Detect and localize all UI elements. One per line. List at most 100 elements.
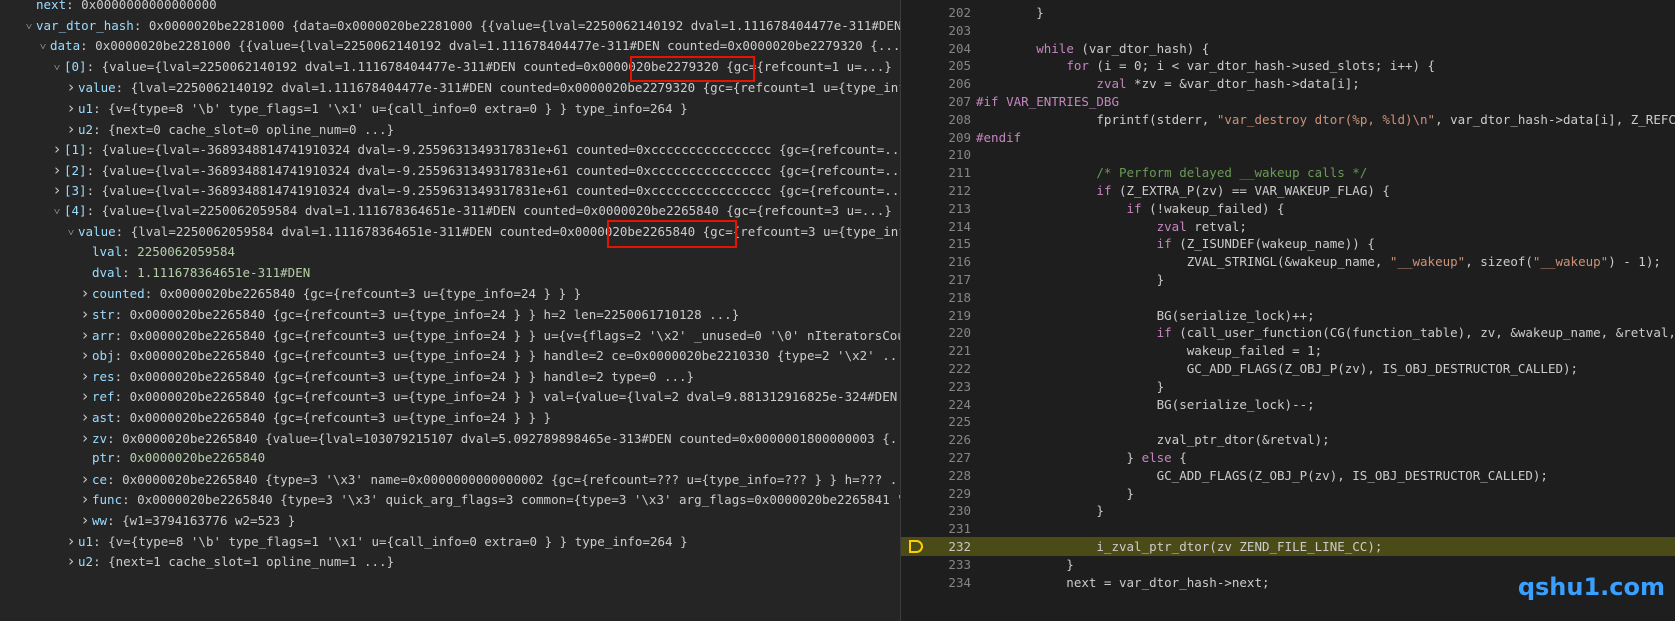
code-line[interactable]: 205 for (i = 0; i < var_dtor_hash->used_… xyxy=(901,56,1675,75)
code-text[interactable]: if (Z_EXTRA_P(zv) == VAR_WAKEUP_FLAG) { xyxy=(976,181,1390,200)
variable-row[interactable]: › u2: {next=1 cache_slot=1 opline_num=1 .… xyxy=(0,550,900,572)
line-number[interactable]: 228 xyxy=(901,466,971,485)
chevron-down-icon[interactable]: ˅ xyxy=(64,222,78,243)
chevron-down-icon[interactable]: ˅ xyxy=(36,36,50,57)
code-line[interactable]: 208 fprintf(stderr, "var_destroy dtor(%p… xyxy=(901,110,1675,129)
chevron-right-icon[interactable]: › xyxy=(78,385,92,407)
variable-row[interactable]: ˅ data: 0x0000020be2281000 {{value={lval=… xyxy=(0,35,900,57)
line-number[interactable]: 202 xyxy=(901,3,971,22)
line-number[interactable]: 208 xyxy=(901,110,971,129)
code-line[interactable]: 216 ZVAL_STRINGL(&wakeup_name, "__wakeup… xyxy=(901,252,1675,271)
chevron-right-icon[interactable]: › xyxy=(78,365,92,387)
variable-row[interactable]: › arr: 0x0000020be2265840 {gc={refcount=3… xyxy=(0,324,900,346)
variable-row[interactable]: next: 0x0000000000000000 xyxy=(0,0,900,16)
line-number[interactable]: 225 xyxy=(901,412,971,431)
variable-row[interactable]: › [3]: {value={lval=-3689348814741910324 … xyxy=(0,179,900,201)
code-line[interactable]: 223 } xyxy=(901,377,1675,396)
line-number[interactable]: 227 xyxy=(901,448,971,467)
code-text[interactable]: #if VAR_ENTRIES_DBG xyxy=(976,92,1119,111)
line-number[interactable]: 204 xyxy=(901,39,971,58)
chevron-right-icon[interactable]: › xyxy=(78,344,92,366)
code-line[interactable]: 226 zval_ptr_dtor(&retval); xyxy=(901,430,1675,449)
variable-row[interactable]: › value: {lval=2250062140192 dval=1.11167… xyxy=(0,76,900,98)
code-line[interactable]: 211 /* Perform delayed __wakeup calls */ xyxy=(901,163,1675,182)
variable-row[interactable]: › obj: 0x0000020be2265840 {gc={refcount=3… xyxy=(0,344,900,366)
chevron-right-icon[interactable]: › xyxy=(78,488,92,510)
chevron-right-icon[interactable]: › xyxy=(64,97,78,119)
code-text[interactable]: while (var_dtor_hash) { xyxy=(976,39,1209,58)
variable-row[interactable]: › counted: 0x0000020be2265840 {gc={refcou… xyxy=(0,282,900,304)
code-line[interactable]: 228 GC_ADD_FLAGS(Z_OBJ_P(zv), IS_OBJ_DES… xyxy=(901,466,1675,485)
code-line[interactable]: 230 } xyxy=(901,501,1675,520)
code-line-current[interactable]: 232 i_zval_ptr_dtor(zv ZEND_FILE_LINE_CC… xyxy=(901,537,1675,556)
code-text[interactable]: zval_ptr_dtor(&retval); xyxy=(976,430,1330,449)
code-text[interactable]: if (!wakeup_failed) { xyxy=(976,199,1285,218)
code-line[interactable]: 202 } xyxy=(901,3,1675,22)
chevron-right-icon[interactable]: › xyxy=(50,179,64,201)
line-number[interactable]: 220 xyxy=(901,323,971,342)
variable-row[interactable]: › ce: 0x0000020be2265840 {type=3 '\x3' na… xyxy=(0,468,900,490)
chevron-right-icon[interactable]: › xyxy=(78,324,92,346)
variable-row[interactable]: dval: 1.111678364651e-311#DEN xyxy=(0,262,900,284)
code-text[interactable]: i_zval_ptr_dtor(zv ZEND_FILE_LINE_CC); xyxy=(976,537,1382,556)
chevron-right-icon[interactable]: › xyxy=(78,468,92,490)
chevron-down-icon[interactable]: ˅ xyxy=(22,16,36,37)
variable-row[interactable]: ˅ value: {lval=2250062059584 dval=1.11167… xyxy=(0,221,900,243)
line-number[interactable]: 214 xyxy=(901,217,971,236)
chevron-right-icon[interactable]: › xyxy=(78,282,92,304)
line-number[interactable]: 207 xyxy=(901,92,971,111)
code-text[interactable]: } xyxy=(976,555,1074,574)
chevron-down-icon[interactable]: ˅ xyxy=(50,201,64,222)
line-number[interactable]: 216 xyxy=(901,252,971,271)
code-line[interactable]: 222 GC_ADD_FLAGS(Z_OBJ_P(zv), IS_OBJ_DES… xyxy=(901,359,1675,378)
line-number[interactable]: 215 xyxy=(901,234,971,253)
line-number[interactable]: 212 xyxy=(901,181,971,200)
code-line[interactable]: 215 if (Z_ISUNDEF(wakeup_name)) { xyxy=(901,234,1675,253)
code-line[interactable]: 220 if (call_user_function(CG(function_t… xyxy=(901,323,1675,342)
chevron-right-icon[interactable]: › xyxy=(64,530,78,552)
variable-row[interactable]: › u1: {v={type=8 '\b' type_flags=1 '\x1' … xyxy=(0,97,900,119)
variable-row[interactable]: › res: 0x0000020be2265840 {gc={refcount=3… xyxy=(0,365,900,387)
code-text[interactable]: ZVAL_STRINGL(&wakeup_name, "__wakeup", s… xyxy=(976,252,1661,271)
code-line[interactable]: 231 xyxy=(901,519,1675,538)
code-line[interactable]: 206 zval *zv = &var_dtor_hash->data[i]; xyxy=(901,74,1675,93)
variable-row[interactable]: › u2: {next=0 cache_slot=0 opline_num=0 .… xyxy=(0,118,900,140)
chevron-right-icon[interactable]: › xyxy=(50,138,64,160)
variable-row[interactable]: › u1: {v={type=8 '\b' type_flags=1 '\x1' … xyxy=(0,530,900,552)
chevron-right-icon[interactable]: › xyxy=(78,303,92,325)
variable-row[interactable]: › [1]: {value={lval=-3689348814741910324 … xyxy=(0,138,900,160)
line-number[interactable]: 223 xyxy=(901,377,971,396)
line-number[interactable]: 224 xyxy=(901,395,971,414)
line-number[interactable]: 234 xyxy=(901,573,971,592)
code-line[interactable]: 204 while (var_dtor_hash) { xyxy=(901,39,1675,58)
line-number[interactable]: 213 xyxy=(901,199,971,218)
code-line[interactable]: 219 BG(serialize_lock)++; xyxy=(901,306,1675,325)
code-line[interactable]: 214 zval retval; xyxy=(901,217,1675,236)
line-number[interactable]: 231 xyxy=(901,519,971,538)
chevron-right-icon[interactable]: › xyxy=(78,406,92,428)
chevron-right-icon[interactable]: › xyxy=(64,550,78,572)
line-number[interactable]: 210 xyxy=(901,145,971,164)
code-text[interactable]: } xyxy=(976,501,1104,520)
code-line[interactable]: 229 } xyxy=(901,484,1675,503)
chevron-right-icon[interactable]: › xyxy=(78,427,92,449)
line-number[interactable]: 206 xyxy=(901,74,971,93)
line-number[interactable]: 219 xyxy=(901,306,971,325)
code-line[interactable]: 217 } xyxy=(901,270,1675,289)
code-text[interactable]: #endif xyxy=(976,128,1021,147)
variable-row[interactable]: lval: 2250062059584 xyxy=(0,241,900,263)
code-line[interactable]: 207 #if VAR_ENTRIES_DBG xyxy=(901,92,1675,111)
code-text[interactable]: fprintf(stderr, "var_destroy dtor(%p, %l… xyxy=(976,110,1675,129)
line-number[interactable]: 230 xyxy=(901,501,971,520)
variable-row[interactable]: › [2]: {value={lval=-3689348814741910324 … xyxy=(0,159,900,181)
code-text[interactable]: GC_ADD_FLAGS(Z_OBJ_P(zv), IS_OBJ_DESTRUC… xyxy=(976,466,1548,485)
variable-row[interactable]: › str: 0x0000020be2265840 {gc={refcount=3… xyxy=(0,303,900,325)
code-text[interactable]: /* Perform delayed __wakeup calls */ xyxy=(976,163,1367,182)
line-number[interactable]: 218 xyxy=(901,288,971,307)
code-editor[interactable]: 202 } 203 204 while (var_dtor_hash) {205 f… xyxy=(901,0,1675,621)
variable-row[interactable]: ˅ [4]: {value={lval=2250062059584 dval=1.… xyxy=(0,200,900,222)
code-text[interactable]: if (call_user_function(CG(function_table… xyxy=(976,323,1675,342)
chevron-right-icon[interactable]: › xyxy=(64,118,78,140)
line-number[interactable]: 209 xyxy=(901,128,971,147)
code-text[interactable]: } xyxy=(976,377,1165,396)
